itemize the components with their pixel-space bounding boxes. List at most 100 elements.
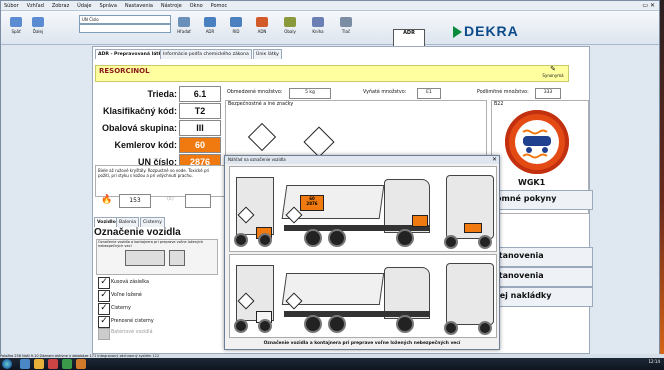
- pencil-icon: ✎: [550, 65, 556, 73]
- print-button[interactable]: Tlač: [335, 17, 357, 34]
- synonyms-button[interactable]: ✎ Synonymá: [539, 65, 567, 78]
- menu-item[interactable]: Nastavenia: [125, 1, 153, 11]
- search-button[interactable]: Hľadať: [173, 17, 195, 34]
- wheel: [328, 315, 346, 333]
- book-icon: [230, 17, 242, 27]
- liquid-tanker-icon: [522, 129, 551, 159]
- description-text: Biele až ružové kryštály. Rozpustné vo v…: [95, 165, 225, 197]
- dekra-triangle-icon: [453, 26, 462, 39]
- loading-instructions-button[interactable]: nej nakládky: [489, 287, 593, 307]
- menu-item[interactable]: Správa: [99, 1, 117, 11]
- classification-code-value: T2: [179, 103, 221, 119]
- window-controls[interactable]: ▭ ✕: [642, 2, 655, 9]
- app-taskbar-icon[interactable]: [62, 359, 72, 369]
- packaging-button[interactable]: Obaly: [279, 17, 301, 34]
- checkbox-tanks[interactable]: ✓: [98, 303, 110, 315]
- back-arrow-icon: [10, 17, 22, 27]
- rid-button[interactable]: RID: [225, 17, 247, 34]
- checkbox-label: Voľne ložené: [111, 293, 142, 298]
- menu-item[interactable]: Nástroje: [161, 1, 182, 11]
- menu-item[interactable]: Okno: [190, 1, 203, 11]
- prohibition-sign: [505, 110, 569, 174]
- environment-hazard-icon: [303, 126, 335, 158]
- flame-icon: 🔥: [101, 195, 113, 205]
- checkbox-label: Prenosné cisterny: [111, 319, 154, 324]
- vehicle-marking-title: Označenie vozidla: [94, 227, 181, 238]
- thumbnail-caption: Označenie vozidla a kontajnera pri prepr…: [98, 240, 204, 248]
- b22-code: B22: [494, 102, 504, 107]
- truck-rear-view: [232, 171, 276, 249]
- vehicle-marking-dialog: Náhľad na označenie vozidla ✕ 60 2876 Oz…: [224, 155, 500, 350]
- provisions-button-1[interactable]: stanovenia: [489, 247, 593, 267]
- forward-button[interactable]: Ďalej: [27, 17, 49, 34]
- packing-group-value: III: [179, 120, 221, 136]
- app-taskbar-icon[interactable]: [76, 359, 86, 369]
- vehicle-marking-panel: Vozidlo Balenia Cisterny Označenie vozid…: [94, 217, 222, 340]
- tab-leak[interactable]: Úniк látky: [253, 49, 282, 59]
- close-icon[interactable]: ✕: [492, 156, 497, 163]
- tunnel-code: (E): [167, 197, 174, 202]
- checkbox-label: Batériové vozidlá: [111, 330, 153, 335]
- wheel: [444, 321, 458, 335]
- emergency-instructions-button[interactable]: omné pokyny: [491, 190, 593, 210]
- tab-chemical-law[interactable]: Informácie podľa chemického zákona: [160, 49, 252, 59]
- flag-icon: [256, 17, 268, 27]
- search-combo[interactable]: UN Číslo: [79, 15, 171, 24]
- checkbox-bulk[interactable]: ✓: [98, 290, 110, 302]
- kemler-code-label: Kemlerov kód:: [114, 140, 177, 150]
- marking-view-empty: [229, 254, 497, 338]
- package-icon: [284, 17, 296, 27]
- hazard-number: 153: [119, 194, 151, 208]
- class-label: Trieda:: [147, 89, 177, 99]
- menu-item[interactable]: Vzhľad: [27, 1, 44, 11]
- truck-front-view: [444, 259, 494, 335]
- start-button[interactable]: [2, 359, 12, 369]
- menu-bar: Súbor Vzhľad Zobraz Údaje Správa Nastave…: [1, 1, 659, 11]
- taskbar: [0, 358, 664, 370]
- app-taskbar-icon[interactable]: [48, 359, 58, 369]
- adn-button[interactable]: ADN: [251, 17, 273, 34]
- wheel: [396, 315, 414, 333]
- safety-marks-title: Bezpečnostné a iné značky: [228, 102, 294, 107]
- adr-button[interactable]: ADR: [199, 17, 221, 34]
- truck-front-thumbnail: [169, 250, 185, 266]
- front-cab: [446, 263, 494, 325]
- search-icon: [178, 17, 190, 27]
- classification-code-label: Klasifikačný kód:: [102, 106, 177, 116]
- menu-item[interactable]: Zobraz: [52, 1, 69, 11]
- menu-item[interactable]: Pomoc: [211, 1, 228, 11]
- wheel: [304, 229, 322, 247]
- handbook-button[interactable]: Kniha: [307, 17, 329, 34]
- tab-packages[interactable]: Balenia: [116, 217, 140, 227]
- checkbox-piece-consignment[interactable]: ✓: [98, 277, 110, 289]
- dialog-caption: Označenie vozidla a kontajnera pri prepr…: [263, 341, 461, 346]
- packing-group-label: Obalová skupina:: [101, 123, 177, 133]
- limited-quantity-label: Obmedzené množstvo:: [227, 90, 283, 95]
- explorer-taskbar-icon[interactable]: [20, 359, 30, 369]
- substance-name: RESORCINOL: [95, 65, 569, 82]
- orange-plate: 60 2876: [300, 195, 324, 211]
- back-button[interactable]: Späť: [5, 17, 27, 34]
- truck-front-view: [444, 171, 494, 249]
- provisions-button-2[interactable]: stanovenia: [489, 267, 593, 287]
- menu-item[interactable]: Súbor: [4, 1, 19, 11]
- tab-tanks[interactable]: Cisterny: [140, 217, 165, 227]
- checkbox-label: Kusová zásielka: [111, 280, 149, 285]
- wheel: [478, 235, 492, 249]
- excepted-quantity-label: Vyňaté množstvo:: [363, 90, 407, 95]
- tab-adr[interactable]: ADR - Prepravovaná látka: [95, 49, 168, 59]
- menu-item[interactable]: Údaje: [77, 1, 91, 11]
- checkbox-portable-tanks[interactable]: ✓: [98, 316, 110, 328]
- limited-quantity-value: 5 kg: [289, 88, 331, 99]
- folder-taskbar-icon[interactable]: [34, 359, 44, 369]
- truck-side-view: [281, 259, 434, 335]
- kemler-code-value: 60: [179, 137, 221, 153]
- wheel: [444, 235, 458, 249]
- toolbar: Späť Ďalej UN Číslo Hľadať ADR RID ADN O…: [1, 11, 659, 49]
- truck-rear-view: [232, 259, 276, 335]
- checkbox-battery-vehicles[interactable]: [98, 328, 110, 340]
- threshold-quantity-label: Podlimitné množstvo:: [477, 90, 529, 95]
- checkbox-label: Cisterny: [111, 306, 131, 311]
- search-input[interactable]: [79, 24, 171, 33]
- vehicle-marking-thumbnail[interactable]: Označenie vozidla a kontajnera pri prepr…: [96, 239, 218, 275]
